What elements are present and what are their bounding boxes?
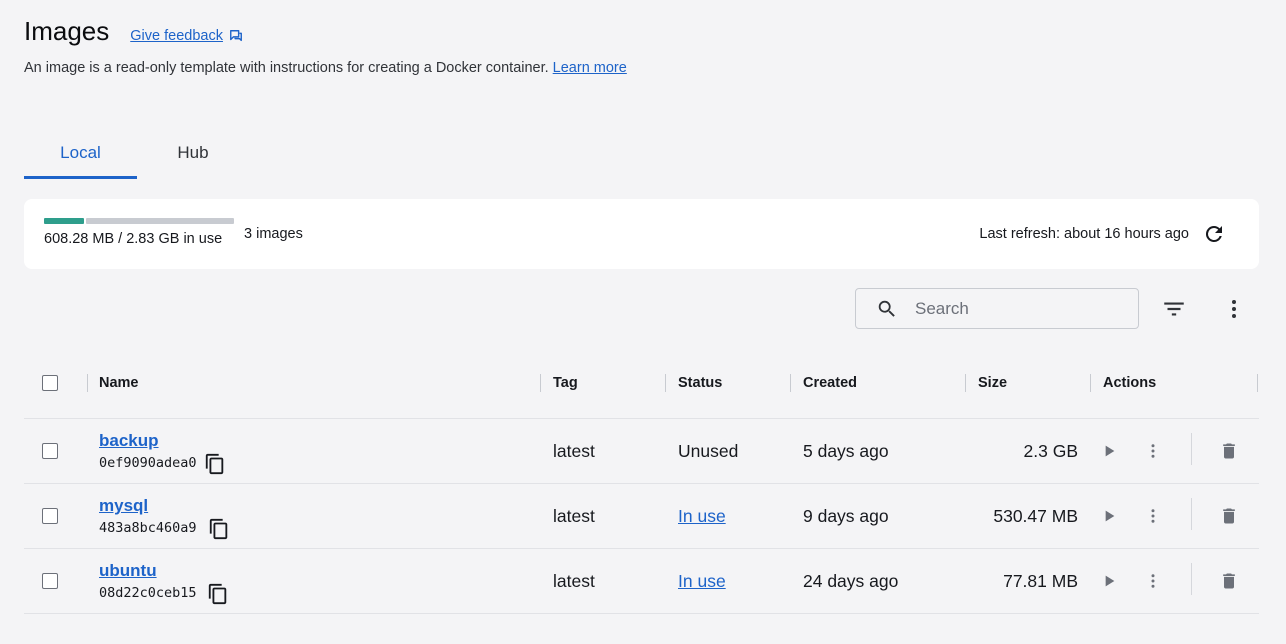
image-size: 2.3 GB [1023, 441, 1078, 461]
delete-button[interactable] [1218, 505, 1240, 527]
row-more-button[interactable] [1142, 505, 1164, 527]
column-divider [790, 374, 791, 392]
tab-bar: Local Hub [24, 126, 249, 179]
column-divider [965, 374, 966, 392]
image-count: 3 images [244, 226, 303, 242]
copy-icon[interactable] [204, 453, 226, 475]
page-subtitle: An image is a read-only template with in… [24, 60, 627, 76]
table-row: ubuntu 08d22c0ceb15 latest In use 24 day… [24, 549, 1259, 614]
image-tag: latest [553, 441, 595, 461]
image-status: Unused [678, 441, 739, 461]
table-header: Name Tag Status Created Size Actions [24, 355, 1259, 419]
refresh-icon [1205, 225, 1222, 242]
image-id: 0ef9090adea0 [99, 455, 197, 471]
image-created: 24 days ago [803, 571, 899, 591]
action-divider [1191, 563, 1192, 595]
column-divider [87, 374, 88, 392]
page-header: Images Give feedback [24, 16, 243, 47]
more-vertical-icon [1151, 444, 1155, 458]
column-divider [665, 374, 666, 392]
run-button[interactable] [1098, 505, 1120, 527]
trash-icon [1223, 508, 1235, 524]
column-header-size[interactable]: Size [978, 375, 1007, 391]
action-divider [1191, 433, 1192, 465]
give-feedback-link[interactable]: Give feedback [130, 28, 243, 44]
image-id: 08d22c0ceb15 [99, 585, 197, 601]
image-status-link[interactable]: In use [678, 506, 726, 527]
more-vertical-icon [1151, 509, 1155, 523]
row-more-button[interactable] [1142, 570, 1164, 592]
image-name-link[interactable]: backup [99, 431, 159, 451]
image-tag: latest [553, 506, 595, 526]
copy-icon[interactable] [207, 583, 229, 605]
tab-hub[interactable]: Hub [137, 126, 249, 179]
copy-icon[interactable] [208, 518, 230, 540]
column-header-name[interactable]: Name [99, 375, 139, 391]
table-row: backup 0ef9090adea0 latest Unused 5 days… [24, 419, 1259, 484]
image-created: 5 days ago [803, 441, 889, 461]
image-tag: latest [553, 571, 595, 591]
search-icon [876, 298, 898, 320]
run-button[interactable] [1098, 440, 1120, 462]
disk-usage-bar [44, 218, 234, 224]
column-header-status[interactable]: Status [678, 375, 722, 391]
disk-usage-card: 608.28 MB / 2.83 GB in use 3 images Last… [24, 199, 1259, 269]
play-icon [1105, 575, 1115, 587]
more-vertical-icon [1151, 574, 1155, 588]
disk-usage-used [44, 218, 84, 224]
delete-button[interactable] [1218, 570, 1240, 592]
more-options-button[interactable] [1222, 296, 1246, 322]
trash-icon [1223, 573, 1235, 589]
filter-icon [1164, 302, 1184, 316]
image-created: 9 days ago [803, 506, 889, 526]
column-divider [540, 374, 541, 392]
image-name-link[interactable]: ubuntu [99, 561, 157, 581]
run-button[interactable] [1098, 570, 1120, 592]
give-feedback-label: Give feedback [130, 28, 223, 44]
page-title: Images [24, 16, 110, 46]
row-checkbox[interactable] [42, 443, 58, 459]
column-header-actions: Actions [1103, 375, 1157, 391]
search-input[interactable] [915, 298, 1115, 319]
column-header-created[interactable]: Created [803, 375, 857, 391]
refresh-button[interactable] [1201, 221, 1227, 247]
image-name-link[interactable]: mysql [99, 496, 148, 516]
learn-more-link[interactable]: Learn more [553, 60, 627, 76]
column-header-tag[interactable]: Tag [553, 375, 578, 391]
play-icon [1105, 510, 1115, 522]
play-icon [1105, 445, 1115, 457]
feedback-icon [230, 30, 242, 42]
filter-button[interactable] [1160, 296, 1188, 322]
image-size: 77.81 MB [1003, 571, 1078, 591]
image-status-link[interactable]: In use [678, 571, 726, 592]
action-divider [1191, 498, 1192, 530]
page-description: An image is a read-only template with in… [24, 60, 549, 76]
select-all-checkbox[interactable] [42, 375, 58, 391]
search-field[interactable] [855, 288, 1139, 329]
delete-button[interactable] [1218, 440, 1240, 462]
images-table: Name Tag Status Created Size Actions bac… [24, 355, 1259, 614]
column-divider [1257, 374, 1258, 392]
tab-local[interactable]: Local [24, 126, 137, 179]
disk-usage-free [85, 218, 234, 224]
image-size: 530.47 MB [993, 506, 1078, 526]
trash-icon [1223, 443, 1235, 459]
more-vertical-icon [1232, 300, 1236, 318]
row-checkbox[interactable] [42, 573, 58, 589]
image-id: 483a8bc460a9 [99, 520, 197, 536]
row-more-button[interactable] [1142, 440, 1164, 462]
row-checkbox[interactable] [42, 508, 58, 524]
last-refresh-text: Last refresh: about 16 hours ago [979, 226, 1189, 242]
disk-usage-text: 608.28 MB / 2.83 GB in use [44, 231, 223, 247]
table-row: mysql 483a8bc460a9 latest In use 9 days … [24, 484, 1259, 549]
column-divider [1090, 374, 1091, 392]
